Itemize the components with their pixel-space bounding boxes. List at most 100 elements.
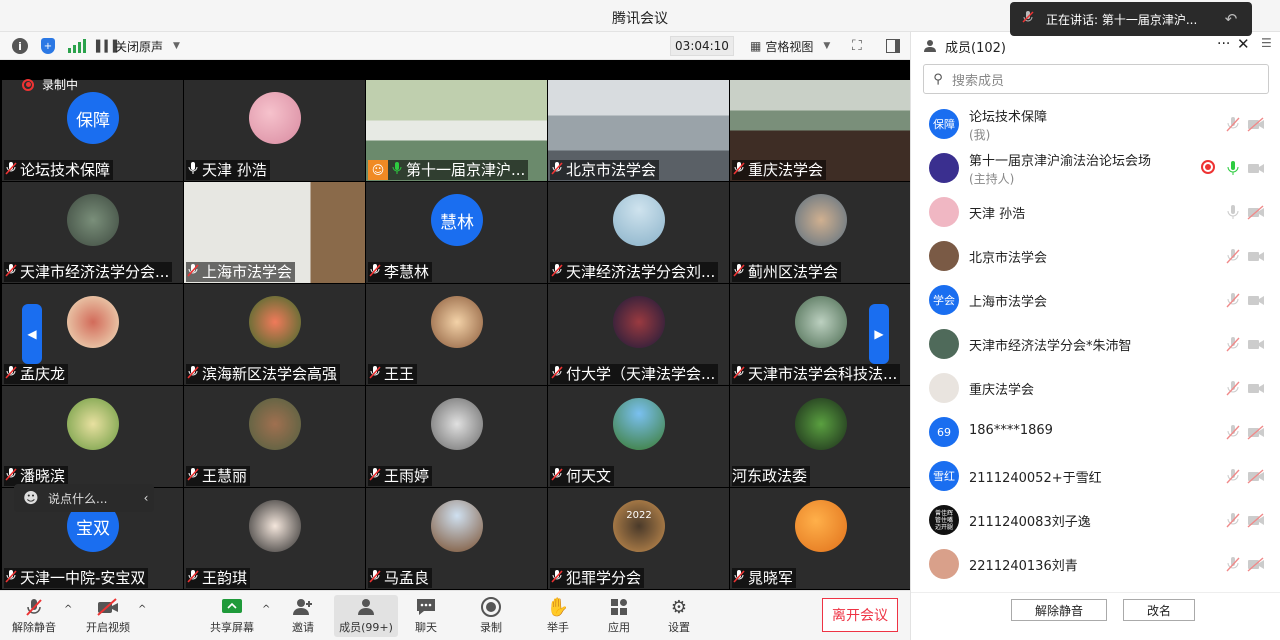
- share-screen-button[interactable]: 共享屏幕: [200, 595, 264, 637]
- panel-header: 成员(102) ··· ✕ ☰: [911, 32, 1280, 60]
- video-tile[interactable]: 付大学（天津法学会...: [548, 284, 729, 385]
- layout-view-label: 宫格视图: [765, 39, 814, 54]
- mic-muted-icon[interactable]: [1225, 380, 1241, 396]
- mic-icon[interactable]: [1225, 160, 1241, 176]
- close-icon[interactable]: ✕: [1237, 35, 1250, 53]
- camera-icon[interactable]: [1247, 248, 1265, 264]
- more-options-icon[interactable]: ···: [1217, 36, 1230, 52]
- record-button[interactable]: 录制: [459, 595, 523, 637]
- video-tile[interactable]: 晁晓军: [730, 488, 911, 589]
- camera-off-icon[interactable]: [1247, 116, 1265, 132]
- video-tile[interactable]: 何天文: [548, 386, 729, 487]
- quick-chat-bar[interactable]: ☻ 说点什么... ‹: [14, 484, 154, 512]
- camera-off-icon[interactable]: [1247, 512, 1265, 528]
- video-tile[interactable]: 蓟州区法学会: [730, 182, 911, 283]
- camera-off-icon[interactable]: [1247, 468, 1265, 484]
- mic-muted-icon[interactable]: [1225, 116, 1241, 132]
- video-tile[interactable]: ☺ 第十一届京津沪...: [366, 80, 547, 181]
- member-row[interactable]: 北京市法学会: [911, 234, 1280, 278]
- camera-off-icon[interactable]: [1247, 204, 1265, 220]
- mic-muted-icon[interactable]: [1225, 468, 1241, 484]
- original-sound-button[interactable]: ▌▍▌ 关闭原声 ▼: [96, 36, 180, 56]
- info-button[interactable]: i: [12, 36, 28, 56]
- video-tile[interactable]: 北京市法学会: [548, 80, 729, 181]
- video-tile[interactable]: 王雨婷: [366, 386, 547, 487]
- camera-icon[interactable]: [1247, 336, 1265, 352]
- collapse-chevron-icon[interactable]: ‹: [138, 491, 154, 505]
- video-tile[interactable]: 2022 犯罪学分会: [548, 488, 729, 589]
- video-tile[interactable]: 滨海新区法学会高强: [184, 284, 365, 385]
- avatar: 69: [929, 417, 959, 447]
- member-row[interactable]: 雪红 2111240052+于雪红: [911, 454, 1280, 498]
- video-tile[interactable]: 河东政法委: [730, 386, 911, 487]
- reply-arrow-icon[interactable]: ↶: [1211, 10, 1251, 28]
- mic-muted-icon[interactable]: [1225, 248, 1241, 264]
- member-row[interactable]: 重庆法学会: [911, 366, 1280, 410]
- video-tile[interactable]: 马孟良: [366, 488, 547, 589]
- video-tile[interactable]: 王王: [366, 284, 547, 385]
- video-tile[interactable]: 上海市法学会: [184, 182, 365, 283]
- video-tile[interactable]: 王韵琪: [184, 488, 365, 589]
- mic-muted-icon[interactable]: [1225, 512, 1241, 528]
- members-button[interactable]: 成员(99+): [334, 595, 398, 637]
- start-video-button[interactable]: 开启视频: [76, 595, 140, 637]
- avatar: [795, 398, 847, 450]
- raise-hand-label: 举手: [547, 621, 569, 634]
- next-page-arrow[interactable]: ▶: [869, 304, 889, 364]
- unmute-all-button[interactable]: 解除静音: [1011, 599, 1107, 621]
- camera-icon[interactable]: [1247, 160, 1265, 176]
- video-tile[interactable]: 天津 孙浩: [184, 80, 365, 181]
- video-tile[interactable]: 天津市经济法学分会...: [2, 182, 183, 283]
- rename-button[interactable]: 改名: [1123, 599, 1195, 621]
- video-tile[interactable]: 保障 论坛技术保障: [2, 80, 183, 181]
- menu-icon[interactable]: ☰: [1261, 36, 1280, 58]
- participant-name-text: 孟庆龙: [20, 365, 66, 383]
- participant-name: 滨海新区法学会高强: [186, 364, 341, 384]
- mic-muted-icon[interactable]: [1225, 292, 1241, 308]
- security-button[interactable]: +: [41, 36, 55, 56]
- participant-name-text: 王韵琪: [202, 569, 248, 587]
- member-row[interactable]: 学会 上海市法学会: [911, 278, 1280, 322]
- avatar: [613, 296, 665, 348]
- camera-icon[interactable]: [1247, 292, 1265, 308]
- unmute-button[interactable]: 解除静音: [2, 595, 66, 637]
- member-row[interactable]: 69 186****1869: [911, 410, 1280, 454]
- member-search-input[interactable]: ⚲ 搜索成员: [923, 64, 1269, 94]
- mic-icon[interactable]: [1225, 204, 1241, 220]
- member-row[interactable]: 2211240136刘青: [911, 542, 1280, 580]
- member-row[interactable]: 天津 孙浩: [911, 190, 1280, 234]
- member-row[interactable]: 第十一届京津沪渝法治论坛会场 (主持人): [911, 146, 1280, 190]
- sidebar-toggle-button[interactable]: [886, 36, 900, 56]
- camera-icon[interactable]: [1247, 380, 1265, 396]
- emoji-icon[interactable]: ☻: [14, 489, 48, 507]
- video-tile[interactable]: 重庆法学会: [730, 80, 911, 181]
- mic-muted-icon[interactable]: [1225, 424, 1241, 440]
- signal-button[interactable]: [68, 36, 86, 56]
- mic-muted-icon[interactable]: [1225, 556, 1241, 572]
- audio-options-caret[interactable]: ^: [64, 604, 72, 615]
- mic-muted-icon[interactable]: [1225, 336, 1241, 352]
- video-options-caret[interactable]: ^: [138, 604, 146, 615]
- video-tile[interactable]: 慧林 李慧林: [366, 182, 547, 283]
- video-tile[interactable]: 天津经济法学分会刘...: [548, 182, 729, 283]
- mic-muted-icon: [24, 595, 44, 619]
- camera-off-icon[interactable]: [1247, 424, 1265, 440]
- chat-button[interactable]: 聊天: [394, 595, 458, 637]
- apps-button[interactable]: 应用: [587, 595, 651, 637]
- raise-hand-button[interactable]: ✋ 举手: [526, 595, 590, 637]
- prev-page-arrow[interactable]: ◀: [22, 304, 42, 364]
- member-row[interactable]: 保障 论坛技术保障 (我): [911, 102, 1280, 146]
- video-tile[interactable]: 王慧丽: [184, 386, 365, 487]
- chevron-down-icon[interactable]: ▼: [173, 41, 180, 51]
- invite-button[interactable]: 邀请: [271, 595, 335, 637]
- leave-meeting-button[interactable]: 离开会议: [822, 598, 898, 632]
- member-row[interactable]: 天津市经济法学分会*朱沛智: [911, 322, 1280, 366]
- video-tile[interactable]: 潘晓滨: [2, 386, 183, 487]
- camera-off-icon[interactable]: [1247, 556, 1265, 572]
- member-row[interactable]: 曾佳辉 管住嘴 迈开腿 2111240083刘子逸: [911, 498, 1280, 542]
- layout-view-button[interactable]: ▦ 宫格视图 ▼: [750, 36, 830, 56]
- settings-button[interactable]: ⚙ 设置: [647, 595, 711, 637]
- fullscreen-button[interactable]: ⛶: [852, 36, 862, 56]
- share-options-caret[interactable]: ^: [262, 604, 270, 615]
- chat-placeholder[interactable]: 说点什么...: [48, 490, 138, 507]
